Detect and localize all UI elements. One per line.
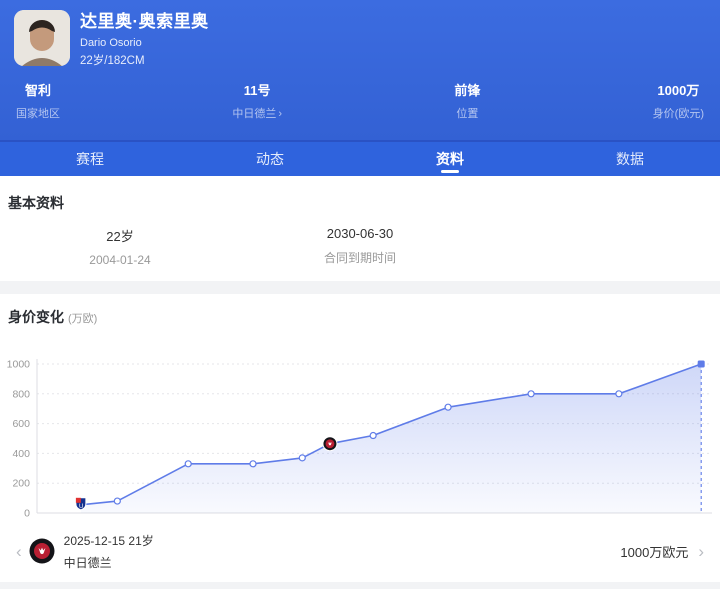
player-header: 达里奥·奥索里奥 Dario Osorio 22岁/182CM 智利 国家地区 … xyxy=(0,0,720,140)
contract-end-value: 2030-06-30 xyxy=(240,226,480,241)
basic-item-empty xyxy=(480,226,720,267)
svg-text:200: 200 xyxy=(12,478,30,490)
player-identity: 达里奥·奥索里奥 Dario Osorio 22岁/182CM xyxy=(14,10,706,68)
club-link-label: 中日德兰 xyxy=(232,108,276,120)
market-value-label: 身价(欧元) xyxy=(653,105,704,121)
active-tab-indicator xyxy=(441,170,459,173)
player-name: 达里奥·奥索里奥 xyxy=(80,12,209,32)
selected-point-info: 2025-12-15 21岁 中日德兰 xyxy=(64,532,154,571)
player-photo-placeholder xyxy=(14,10,70,66)
player-photo xyxy=(14,10,70,66)
player-age-height: 22岁/182CM xyxy=(80,52,209,68)
svg-text:400: 400 xyxy=(12,448,30,460)
next-icon[interactable]: › xyxy=(698,543,704,560)
section-divider xyxy=(0,281,720,294)
shirt-number-value: 11号 xyxy=(232,83,282,98)
position-label: 位置 xyxy=(454,105,480,121)
tab-news[interactable]: 动态 xyxy=(180,142,360,176)
tab-news-label: 动态 xyxy=(256,149,284,169)
club-logo-midtjylland xyxy=(29,538,55,564)
svg-text:U: U xyxy=(79,504,83,510)
contract-end-label: 合同到期时间 xyxy=(240,249,480,266)
section-title-market: 身价变化 xyxy=(8,309,64,325)
tab-schedule-label: 赛程 xyxy=(76,149,104,169)
section-title-basic: 基本资料 xyxy=(8,193,720,213)
basic-item-contract: 2030-06-30 合同到期时间 xyxy=(240,226,480,267)
tab-stats-label: 数据 xyxy=(616,149,644,169)
midtjylland-crest-icon xyxy=(29,538,55,564)
chevron-right-icon: › xyxy=(278,108,282,120)
player-name-en: Dario Osorio xyxy=(80,37,209,49)
market-value: 1000万 xyxy=(653,83,704,98)
prev-icon[interactable]: ‹ xyxy=(16,543,22,560)
tab-stats[interactable]: 数据 xyxy=(540,142,720,176)
svg-text:1000: 1000 xyxy=(7,359,31,371)
info-col-nationality: 智利 国家地区 xyxy=(16,83,60,121)
nationality-value: 智利 xyxy=(16,83,60,98)
tab-bar: 赛程 动态 资料 数据 xyxy=(0,140,720,176)
market-value-section: 身价变化(万欧) 0200400600800100020222024U xyxy=(0,294,720,533)
svg-text:800: 800 xyxy=(12,388,30,400)
player-profile-page: 达里奥·奥索里奥 Dario Osorio 22岁/182CM 智利 国家地区 … xyxy=(0,0,720,589)
player-info-row: 智利 国家地区 11号 中日德兰› 前锋 位置 1000万 身价(欧元) xyxy=(14,83,706,121)
selected-value: 1000万欧元 xyxy=(620,542,688,561)
selected-date-age: 2025-12-15 21岁 xyxy=(64,532,154,549)
nationality-label: 国家地区 xyxy=(16,105,60,121)
selected-club: 中日德兰 xyxy=(64,554,154,571)
basic-item-age: 22岁 2004-01-24 xyxy=(0,226,240,267)
tab-schedule[interactable]: 赛程 xyxy=(0,142,180,176)
selected-point-bar: ‹ 2025-12-15 21岁 中日德兰 1000万欧元 › xyxy=(0,520,720,582)
birthdate-value: 2004-01-24 xyxy=(0,253,240,267)
position-value: 前锋 xyxy=(454,83,480,98)
info-col-shirt-number[interactable]: 11号 中日德兰› xyxy=(232,83,282,121)
age-value: 22岁 xyxy=(0,226,240,245)
tab-profile[interactable]: 资料 xyxy=(360,142,540,176)
svg-text:0: 0 xyxy=(24,508,30,520)
basic-info-section: 基本资料 22岁 2004-01-24 2030-06-30 合同到期时间 xyxy=(0,176,720,281)
tab-profile-label: 资料 xyxy=(436,149,464,169)
basic-info-grid: 22岁 2004-01-24 2030-06-30 合同到期时间 xyxy=(0,226,720,267)
market-value-chart[interactable]: 0200400600800100020222024U xyxy=(0,351,720,533)
bottom-band xyxy=(0,582,720,589)
market-unit: (万欧) xyxy=(68,313,97,325)
svg-text:600: 600 xyxy=(12,418,30,430)
info-col-position: 前锋 位置 xyxy=(454,83,480,121)
club-link[interactable]: 中日德兰› xyxy=(232,105,282,121)
info-col-market-value: 1000万 身价(欧元) xyxy=(653,83,704,121)
